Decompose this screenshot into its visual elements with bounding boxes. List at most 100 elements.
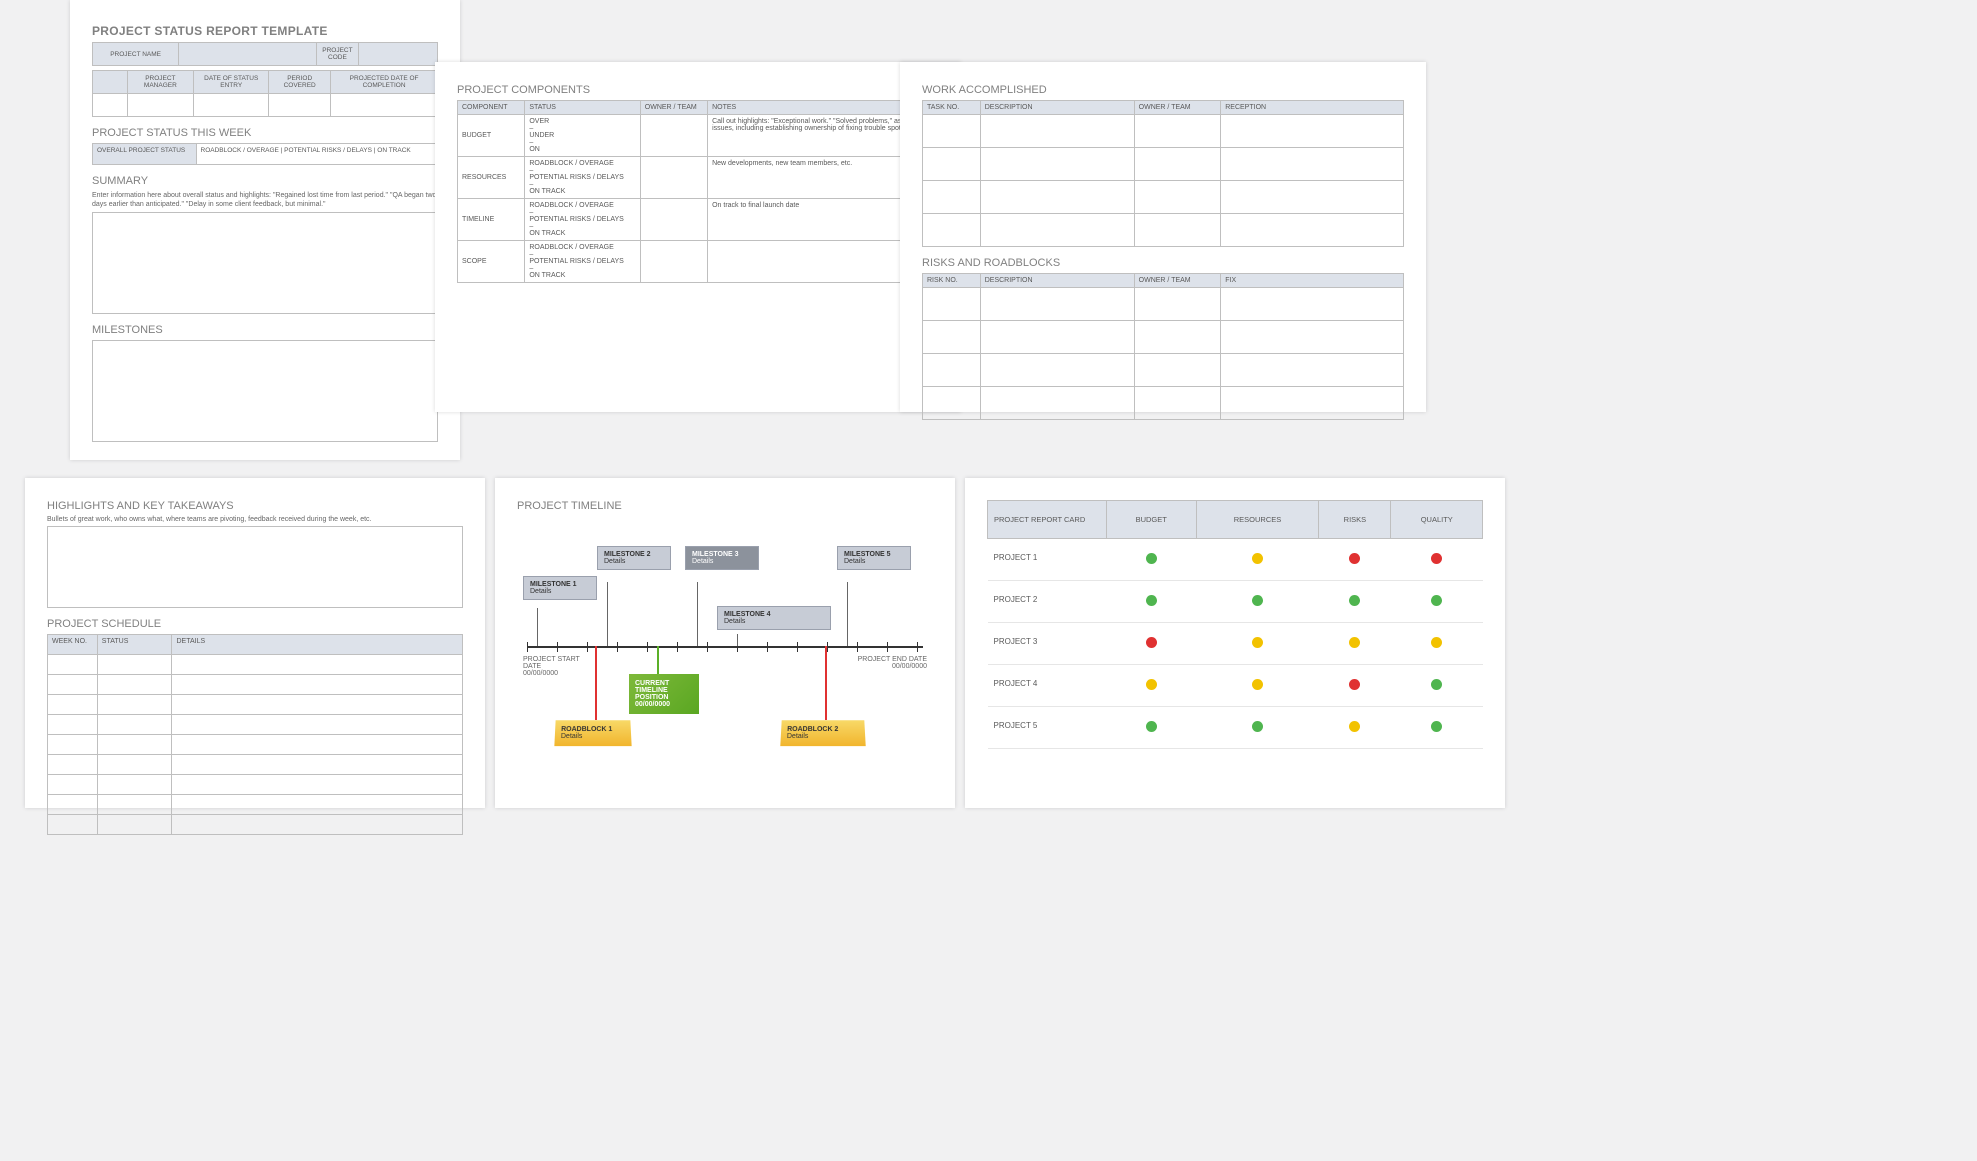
roadblock-2: ROADBLOCK 2Details — [780, 720, 865, 746]
summary-hint: Enter information here about overall sta… — [92, 191, 438, 209]
page-work-risks: WORK ACCOMPLISHED TASK NO.DESCRIPTIONOWN… — [900, 62, 1426, 412]
status-dot-icon — [1431, 595, 1442, 606]
roadblock-1: ROADBLOCK 1Details — [554, 720, 631, 746]
page-report-card: PROJECT REPORT CARD BUDGET RESOURCES RIS… — [965, 478, 1505, 808]
status-dot-cell — [1391, 539, 1483, 581]
status-dot-cell — [1106, 665, 1196, 707]
status-dot-icon — [1349, 679, 1360, 690]
status-dot-cell — [1196, 539, 1319, 581]
page-components: PROJECT COMPONENTS COMPONENT STATUS OWNE… — [435, 62, 961, 412]
project-meta-table: PROJECT MANAGER DATE OF STATUS ENTRY PER… — [92, 70, 438, 117]
project-name: PROJECT 3 — [988, 623, 1107, 665]
title: PROJECT STATUS REPORT TEMPLATE — [92, 24, 438, 38]
status-dot-icon — [1146, 637, 1157, 648]
page-timeline: PROJECT TIMELINE MILESTONE 1Details MILE… — [495, 478, 955, 808]
th-resources: RESOURCES — [1196, 501, 1319, 539]
current-position-note: CURRENT TIMELINE POSITION 00/00/0000 — [629, 674, 699, 714]
status-dot-icon — [1349, 637, 1360, 648]
status-dot-cell — [1196, 665, 1319, 707]
status-dot-cell — [1106, 581, 1196, 623]
status-dot-icon — [1146, 595, 1157, 606]
work-title: WORK ACCOMPLISHED — [922, 84, 1404, 96]
status-dot-icon — [1431, 553, 1442, 564]
status-dot-icon — [1252, 637, 1263, 648]
milestone-2: MILESTONE 2Details — [597, 546, 671, 570]
row-resources: RESOURCES — [458, 157, 525, 199]
project-id-table: PROJECT NAME PROJECT CODE — [92, 42, 438, 66]
lbl-project-code: PROJECT CODE — [317, 43, 358, 66]
milestone-5: MILESTONE 5Details — [837, 546, 911, 570]
th-quality: QUALITY — [1391, 501, 1483, 539]
status-dot-icon — [1431, 637, 1442, 648]
status-dot-icon — [1349, 595, 1360, 606]
highlights-hint: Bullets of great work, who owns what, wh… — [47, 516, 463, 523]
components-table: COMPONENT STATUS OWNER / TEAM NOTES BUDG… — [457, 100, 939, 283]
status-dot-cell — [1319, 581, 1391, 623]
highlights-box[interactable] — [47, 526, 463, 608]
status-dot-cell — [1106, 623, 1196, 665]
status-dot-icon — [1146, 553, 1157, 564]
status-dot-icon — [1252, 679, 1263, 690]
timeline-title: PROJECT TIMELINE — [517, 500, 933, 512]
status-options: ROADBLOCK / OVERAGE | POTENTIAL RISKS / … — [196, 144, 438, 165]
highlights-title: HIGHLIGHTS AND KEY TAKEAWAYS — [47, 500, 463, 512]
schedule-title: PROJECT SCHEDULE — [47, 618, 463, 630]
status-week-title: PROJECT STATUS THIS WEEK — [92, 127, 438, 139]
start-label: PROJECT START DATE00/00/0000 — [523, 656, 593, 677]
th-owner: OWNER / TEAM — [640, 101, 707, 115]
row-timeline: TIMELINE — [458, 199, 525, 241]
th-budget: BUDGET — [1106, 501, 1196, 539]
milestone-1: MILESTONE 1Details — [523, 576, 597, 600]
row-scope: SCOPE — [458, 241, 525, 283]
status-dot-cell — [1391, 665, 1483, 707]
timeline-diagram: MILESTONE 1Details MILESTONE 2Details MI… — [517, 516, 933, 776]
lbl-pm: PROJECT MANAGER — [127, 71, 194, 94]
schedule-table: WEEK NO.STATUSDETAILS — [47, 634, 463, 835]
end-label: PROJECT END DATE00/00/0000 — [857, 656, 927, 670]
row-budget: BUDGET — [458, 115, 525, 157]
report-card-row: PROJECT 2 — [988, 581, 1483, 623]
summary-box[interactable] — [92, 212, 438, 314]
status-dot-cell — [1391, 707, 1483, 749]
status-dot-icon — [1349, 721, 1360, 732]
report-card-row: PROJECT 3 — [988, 623, 1483, 665]
report-card-row: PROJECT 5 — [988, 707, 1483, 749]
status-dot-icon — [1349, 553, 1360, 564]
lbl-date: DATE OF STATUS ENTRY — [194, 71, 269, 94]
work-table: TASK NO.DESCRIPTIONOWNER / TEAMRECEPTION — [922, 100, 1404, 247]
th-component: COMPONENT — [458, 101, 525, 115]
status-dot-icon — [1252, 721, 1263, 732]
status-dot-cell — [1391, 623, 1483, 665]
milestones-box[interactable] — [92, 340, 438, 442]
th-status: STATUS — [525, 101, 640, 115]
milestone-3: MILESTONE 3Details — [685, 546, 759, 570]
project-name: PROJECT 5 — [988, 707, 1107, 749]
th-report-card: PROJECT REPORT CARD — [988, 501, 1107, 539]
lbl-period: PERIOD COVERED — [269, 71, 331, 94]
status-dot-icon — [1431, 679, 1442, 690]
report-card-table: PROJECT REPORT CARD BUDGET RESOURCES RIS… — [987, 500, 1483, 749]
milestone-4: MILESTONE 4Details — [717, 606, 831, 630]
page-highlights-schedule: HIGHLIGHTS AND KEY TAKEAWAYS Bullets of … — [25, 478, 485, 808]
components-title: PROJECT COMPONENTS — [457, 84, 939, 96]
report-card-row: PROJECT 1 — [988, 539, 1483, 581]
report-card-row: PROJECT 4 — [988, 665, 1483, 707]
status-dot-icon — [1146, 721, 1157, 732]
status-dot-cell — [1196, 581, 1319, 623]
project-name: PROJECT 2 — [988, 581, 1107, 623]
status-dot-icon — [1252, 595, 1263, 606]
project-name: PROJECT 4 — [988, 665, 1107, 707]
status-dot-cell — [1319, 623, 1391, 665]
lbl-projected: PROJECTED DATE OF COMPLETION — [331, 71, 438, 94]
status-dot-cell — [1319, 539, 1391, 581]
status-dot-cell — [1196, 707, 1319, 749]
status-dot-icon — [1146, 679, 1157, 690]
status-dot-cell — [1106, 707, 1196, 749]
th-risks: RISKS — [1319, 501, 1391, 539]
summary-title: SUMMARY — [92, 175, 438, 187]
status-dot-cell — [1391, 581, 1483, 623]
status-dot-cell — [1319, 665, 1391, 707]
lbl-project-name: PROJECT NAME — [93, 43, 179, 66]
risks-title: RISKS AND ROADBLOCKS — [922, 257, 1404, 269]
risks-table: RISK NO.DESCRIPTIONOWNER / TEAMFIX — [922, 273, 1404, 420]
